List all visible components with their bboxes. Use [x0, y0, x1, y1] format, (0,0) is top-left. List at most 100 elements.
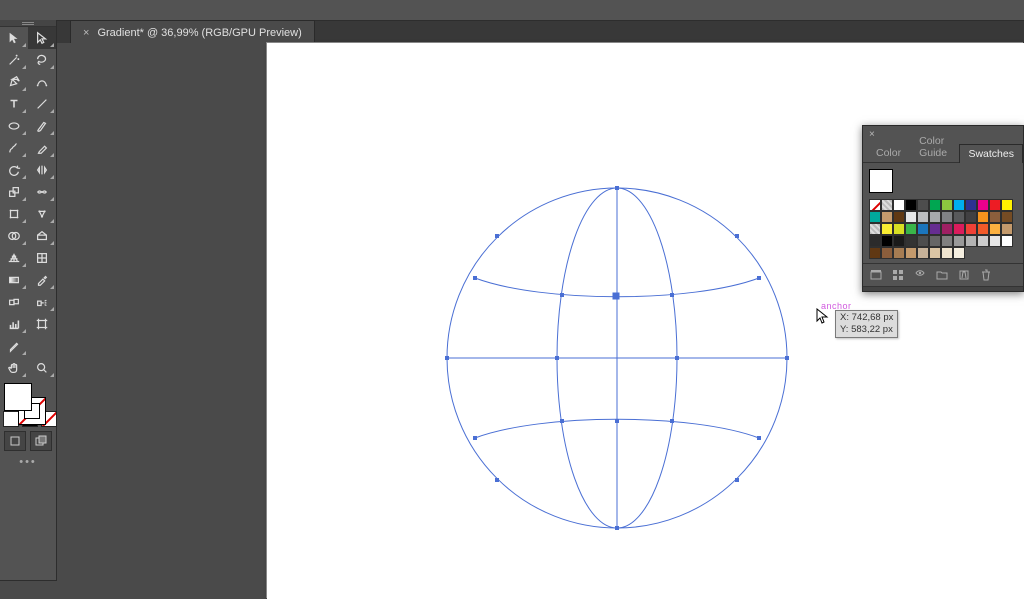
swatch[interactable] [941, 199, 953, 211]
swatch[interactable] [941, 223, 953, 235]
swatch[interactable] [905, 247, 917, 259]
swatch[interactable] [881, 199, 893, 211]
delete-swatch-icon[interactable] [979, 268, 993, 282]
swatch[interactable] [893, 235, 905, 247]
swatch[interactable] [965, 199, 977, 211]
toolbox-grip[interactable] [0, 20, 56, 27]
swatch[interactable] [917, 199, 929, 211]
swatch[interactable] [905, 199, 917, 211]
reflect-tool[interactable] [28, 159, 56, 181]
swatch[interactable] [869, 199, 881, 211]
draw-normal-button[interactable] [4, 431, 26, 451]
swatch[interactable] [905, 223, 917, 235]
live-paint-tool[interactable] [28, 225, 56, 247]
swatches-panel[interactable]: × Color Color Guide Swatches [862, 125, 1024, 292]
globe-artwork[interactable] [442, 183, 792, 533]
swatch[interactable] [893, 247, 905, 259]
swatch[interactable] [941, 247, 953, 259]
swatch[interactable] [869, 235, 881, 247]
magic-wand-tool[interactable] [0, 49, 28, 71]
direct-selection-tool[interactable] [28, 27, 56, 49]
swatch[interactable] [893, 223, 905, 235]
swatch[interactable] [881, 223, 893, 235]
new-swatch-icon[interactable] [957, 268, 971, 282]
swatch[interactable] [977, 223, 989, 235]
swatch[interactable] [1001, 199, 1013, 211]
column-graph-tool[interactable] [0, 313, 28, 335]
fill-stroke-indicator[interactable] [0, 379, 56, 427]
panel-resize-grip[interactable] [863, 286, 1023, 291]
swatch-options-icon[interactable] [913, 268, 927, 282]
swatch[interactable] [977, 235, 989, 247]
swatch[interactable] [953, 247, 965, 259]
swatch[interactable] [929, 223, 941, 235]
eyedropper-tool[interactable] [28, 269, 56, 291]
puppet-warp-tool[interactable] [28, 203, 56, 225]
width-tool[interactable] [28, 181, 56, 203]
artboard-tool[interactable] [28, 313, 56, 335]
panel-close-icon[interactable]: × [869, 129, 875, 140]
swatch[interactable] [917, 223, 929, 235]
current-swatch-indicator[interactable] [869, 169, 893, 193]
eraser-tool[interactable] [28, 137, 56, 159]
scale-tool[interactable] [0, 181, 28, 203]
zoom-tool[interactable] [28, 357, 56, 379]
swatch[interactable] [869, 223, 881, 235]
swatch[interactable] [917, 235, 929, 247]
tab-color-guide[interactable]: Color Guide [910, 131, 959, 162]
shape-builder-tool[interactable] [0, 225, 28, 247]
swatch[interactable] [869, 211, 881, 223]
document-tab[interactable]: × Gradient* @ 36,99% (RGB/GPU Preview) [70, 20, 315, 45]
show-kinds-icon[interactable] [891, 268, 905, 282]
selection-tool[interactable] [0, 27, 28, 49]
swatch[interactable] [917, 211, 929, 223]
swatch[interactable] [989, 235, 1001, 247]
draw-behind-button[interactable] [30, 431, 52, 451]
swatch[interactable] [881, 211, 893, 223]
mesh-tool[interactable] [28, 247, 56, 269]
close-tab-icon[interactable]: × [83, 27, 89, 39]
swatch[interactable] [905, 235, 917, 247]
swatch[interactable] [869, 247, 881, 259]
swatch[interactable] [953, 211, 965, 223]
swatch[interactable] [1001, 211, 1013, 223]
new-group-icon[interactable] [935, 268, 949, 282]
swatch[interactable] [929, 199, 941, 211]
swatch[interactable] [977, 199, 989, 211]
swatch[interactable] [881, 247, 893, 259]
tab-swatches[interactable]: Swatches [959, 144, 1023, 163]
lasso-tool[interactable] [28, 49, 56, 71]
swatch-libraries-icon[interactable] [869, 268, 883, 282]
swatch[interactable] [953, 223, 965, 235]
swatch[interactable] [929, 211, 941, 223]
free-transform-tool[interactable] [0, 203, 28, 225]
line-segment-tool[interactable] [28, 93, 56, 115]
tab-color[interactable]: Color [867, 143, 910, 162]
blend-tool[interactable] [0, 291, 28, 313]
edit-toolbar-button[interactable]: ••• [0, 455, 56, 469]
swatch[interactable] [977, 211, 989, 223]
slice-tool[interactable] [0, 335, 28, 357]
swatch[interactable] [893, 211, 905, 223]
ellipse-tool[interactable] [0, 115, 28, 137]
gradient-tool[interactable] [0, 269, 28, 291]
swatch[interactable] [965, 223, 977, 235]
pen-tool[interactable] [0, 71, 28, 93]
swatch[interactable] [917, 247, 929, 259]
fill-swatch[interactable] [4, 383, 32, 411]
swatch[interactable] [893, 199, 905, 211]
hand-tool[interactable] [0, 357, 28, 379]
swatch[interactable] [953, 235, 965, 247]
swatch[interactable] [929, 235, 941, 247]
swatch[interactable] [1001, 235, 1013, 247]
swatch[interactable] [1001, 223, 1013, 235]
paintbrush-tool[interactable] [28, 115, 56, 137]
swatch[interactable] [941, 211, 953, 223]
swatch[interactable] [953, 199, 965, 211]
swatch[interactable] [905, 211, 917, 223]
rotate-tool[interactable] [0, 159, 28, 181]
swatch[interactable] [929, 247, 941, 259]
curvature-tool[interactable] [28, 71, 56, 93]
swatch[interactable] [965, 235, 977, 247]
swatch[interactable] [989, 199, 1001, 211]
